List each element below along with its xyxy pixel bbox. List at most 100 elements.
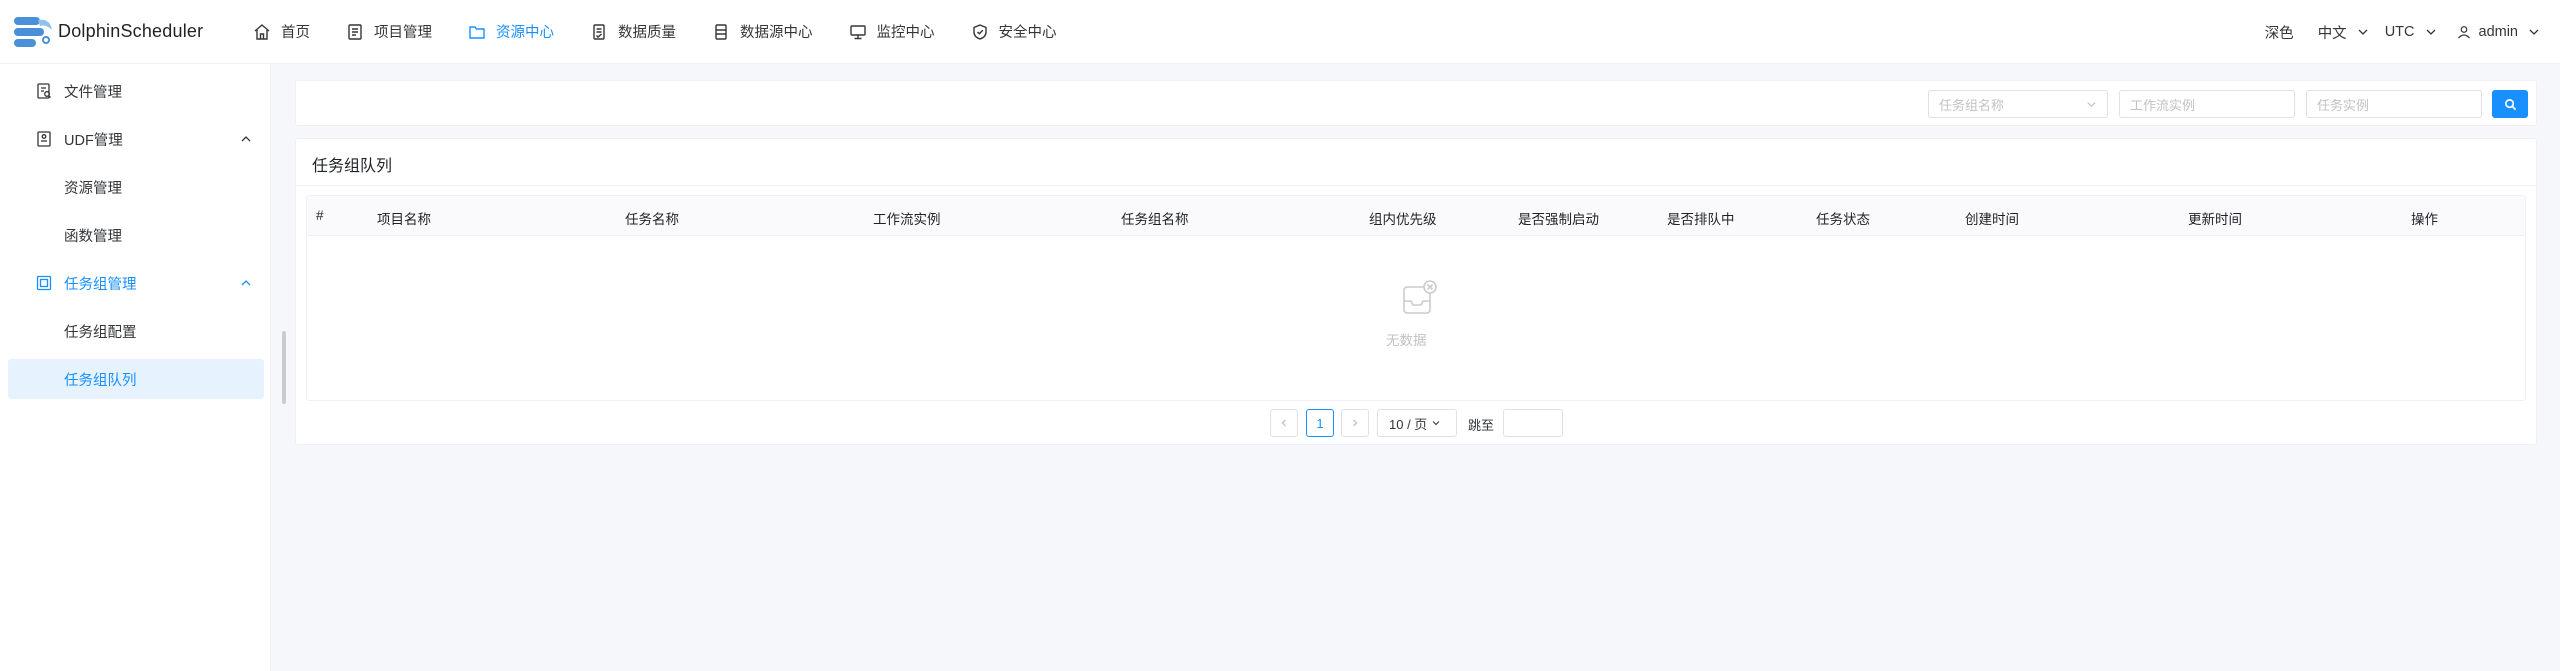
column-header-force-start: 是否强制启动 bbox=[1518, 212, 1599, 227]
nav-projects[interactable]: 项目管理 bbox=[328, 0, 450, 64]
chevron-right-icon bbox=[1353, 419, 1358, 427]
table-header: # 项目名称 任务名称 工作流实例 任务组名称 组内优先级 是否强制启动 是否排… bbox=[307, 196, 2525, 236]
search-bar-card: 任务组名称 工作流实例 任务实例 bbox=[295, 80, 2537, 126]
page-1-button[interactable]: 1 bbox=[1306, 409, 1334, 437]
sidebar-item-label: 函数管理 bbox=[64, 228, 122, 245]
top-header: DolphinScheduler 首页 项目管理 资源中心 数据质量 数据源中心… bbox=[0, 0, 2560, 64]
chevron-down-icon bbox=[2426, 29, 2435, 35]
column-header-create-time: 创建时间 bbox=[1965, 212, 2019, 227]
nav-data-quality-label: 数据质量 bbox=[618, 25, 676, 41]
datasource-icon bbox=[715, 23, 727, 40]
page-size-label: 10 / 页 bbox=[1389, 416, 1428, 432]
brand-logo[interactable]: DolphinScheduler bbox=[10, 0, 205, 64]
main-nav: 首页 项目管理 资源中心 数据质量 数据源中心 监控中心 安全中心 bbox=[235, 0, 1075, 64]
nav-resources-label: 资源中心 bbox=[496, 25, 554, 41]
sidebar-item-udf-management[interactable]: UDF管理 bbox=[8, 119, 264, 159]
sidebar-item-function-management[interactable]: 函数管理 bbox=[8, 215, 264, 255]
chevron-down-icon bbox=[2529, 29, 2539, 35]
sidebar-item-file-management[interactable]: 文件管理 bbox=[8, 71, 264, 111]
empty-state: 无数据 bbox=[307, 236, 2525, 400]
jump-label: 跳至 bbox=[1468, 418, 1495, 433]
udf-icon bbox=[37, 131, 51, 147]
chevron-up-icon bbox=[241, 280, 251, 286]
nav-home[interactable]: 首页 bbox=[235, 0, 328, 64]
user-name: admin bbox=[2478, 24, 2519, 40]
sidebar-item-task-group-management[interactable]: 任务组管理 bbox=[8, 263, 264, 303]
language-label: 中文 bbox=[2317, 25, 2347, 42]
chevron-down-icon bbox=[2358, 29, 2368, 35]
nav-projects-label: 项目管理 bbox=[374, 25, 432, 41]
task-group-icon bbox=[36, 275, 52, 291]
sidebar-item-resource-management[interactable]: 资源管理 bbox=[8, 167, 264, 207]
task-instance-input[interactable]: 任务实例 bbox=[2306, 90, 2482, 118]
folder-icon bbox=[469, 25, 485, 39]
jump-page-input[interactable] bbox=[1503, 409, 1563, 437]
sidebar: 文件管理 UDF管理 资源管理 函数管理 任务组管理 任务组配置 任务组队列 bbox=[0, 64, 271, 671]
sidebar-item-label: 任务组配置 bbox=[64, 324, 137, 341]
theme-label: 深色 bbox=[2264, 25, 2294, 42]
user-icon bbox=[2457, 26, 2470, 39]
chevron-down-icon bbox=[1432, 421, 1440, 426]
search-button[interactable] bbox=[2492, 90, 2528, 118]
workflow-instance-input[interactable]: 工作流实例 bbox=[2119, 90, 2295, 118]
brand-name: DolphinScheduler bbox=[58, 21, 204, 41]
nav-datasource-label: 数据源中心 bbox=[740, 25, 813, 41]
column-header-workflow-instance: 工作流实例 bbox=[873, 212, 941, 227]
nav-monitor-label: 监控中心 bbox=[876, 25, 935, 41]
data-quality-icon bbox=[593, 23, 605, 40]
nav-data-quality[interactable]: 数据质量 bbox=[572, 0, 694, 64]
next-page-button[interactable] bbox=[1341, 409, 1369, 437]
column-header-task-group-name: 任务组名称 bbox=[1121, 212, 1189, 227]
search-icon bbox=[2504, 98, 2516, 110]
empty-text: 无数据 bbox=[1386, 333, 1427, 348]
task-group-select-placeholder: 任务组名称 bbox=[1939, 97, 2005, 113]
sidebar-item-task-group-queue[interactable]: 任务组队列 bbox=[8, 359, 264, 399]
nav-datasource[interactable]: 数据源中心 bbox=[694, 0, 831, 64]
sidebar-item-label: 文件管理 bbox=[64, 84, 122, 101]
monitor-icon bbox=[849, 24, 866, 39]
nav-resources[interactable]: 资源中心 bbox=[450, 0, 572, 64]
chevron-down-icon bbox=[2087, 101, 2096, 107]
workflow-instance-placeholder: 工作流实例 bbox=[2130, 97, 2196, 113]
task-group-queue-card: 任务组队列 # 项目名称 任务名称 工作流实例 任务组名称 组内优先级 是否强制… bbox=[295, 138, 2537, 445]
sidebar-scrollbar[interactable] bbox=[282, 331, 286, 404]
column-header-in-queue: 是否排队中 bbox=[1667, 212, 1735, 227]
pagination: 1 10 / 页 跳至 bbox=[296, 409, 2536, 437]
prev-page-button[interactable] bbox=[1270, 409, 1298, 437]
page-size-select[interactable]: 10 / 页 bbox=[1377, 409, 1457, 437]
queue-table: # 项目名称 任务名称 工作流实例 任务组名称 组内优先级 是否强制启动 是否排… bbox=[306, 195, 2526, 401]
column-header-operation: 操作 bbox=[2411, 212, 2438, 227]
header-right: 深色 中文 UTC admin bbox=[2265, 0, 2560, 64]
dolphin-logo-icon bbox=[14, 16, 52, 47]
timezone-dropdown[interactable]: UTC bbox=[2385, 24, 2437, 40]
page-number: 1 bbox=[1316, 415, 1324, 431]
sidebar-item-label: UDF管理 bbox=[64, 132, 123, 149]
task-group-select[interactable]: 任务组名称 bbox=[1928, 90, 2108, 118]
column-header-update-time: 更新时间 bbox=[2188, 212, 2242, 227]
column-header-priority: 组内优先级 bbox=[1369, 212, 1437, 227]
language-dropdown[interactable]: 中文 bbox=[2318, 22, 2369, 43]
nav-security-label: 安全中心 bbox=[998, 25, 1057, 41]
home-icon bbox=[254, 23, 270, 40]
timezone-label: UTC bbox=[2384, 24, 2415, 40]
chevron-left-icon bbox=[1281, 419, 1286, 427]
page-title: 任务组队列 bbox=[312, 158, 393, 175]
theme-toggle[interactable]: 深色 bbox=[2265, 22, 2294, 43]
sidebar-item-label: 资源管理 bbox=[64, 180, 122, 197]
chevron-up-icon bbox=[241, 136, 251, 142]
sidebar-item-task-group-config[interactable]: 任务组配置 bbox=[8, 311, 264, 351]
project-icon bbox=[348, 23, 362, 40]
user-dropdown[interactable]: admin bbox=[2457, 24, 2541, 40]
nav-security[interactable]: 安全中心 bbox=[953, 0, 1075, 64]
nav-monitor[interactable]: 监控中心 bbox=[831, 0, 953, 64]
column-header-task-name: 任务名称 bbox=[625, 212, 679, 227]
shield-icon bbox=[972, 23, 987, 40]
sidebar-item-label: 任务组队列 bbox=[64, 372, 137, 389]
empty-box-icon bbox=[1403, 280, 1437, 314]
column-header-task-status: 任务状态 bbox=[1816, 212, 1870, 227]
nav-home-label: 首页 bbox=[281, 25, 310, 41]
sidebar-item-label: 任务组管理 bbox=[64, 276, 137, 293]
column-header-index: # bbox=[316, 208, 324, 223]
file-icon bbox=[37, 83, 51, 99]
column-header-project-name: 项目名称 bbox=[377, 212, 431, 227]
